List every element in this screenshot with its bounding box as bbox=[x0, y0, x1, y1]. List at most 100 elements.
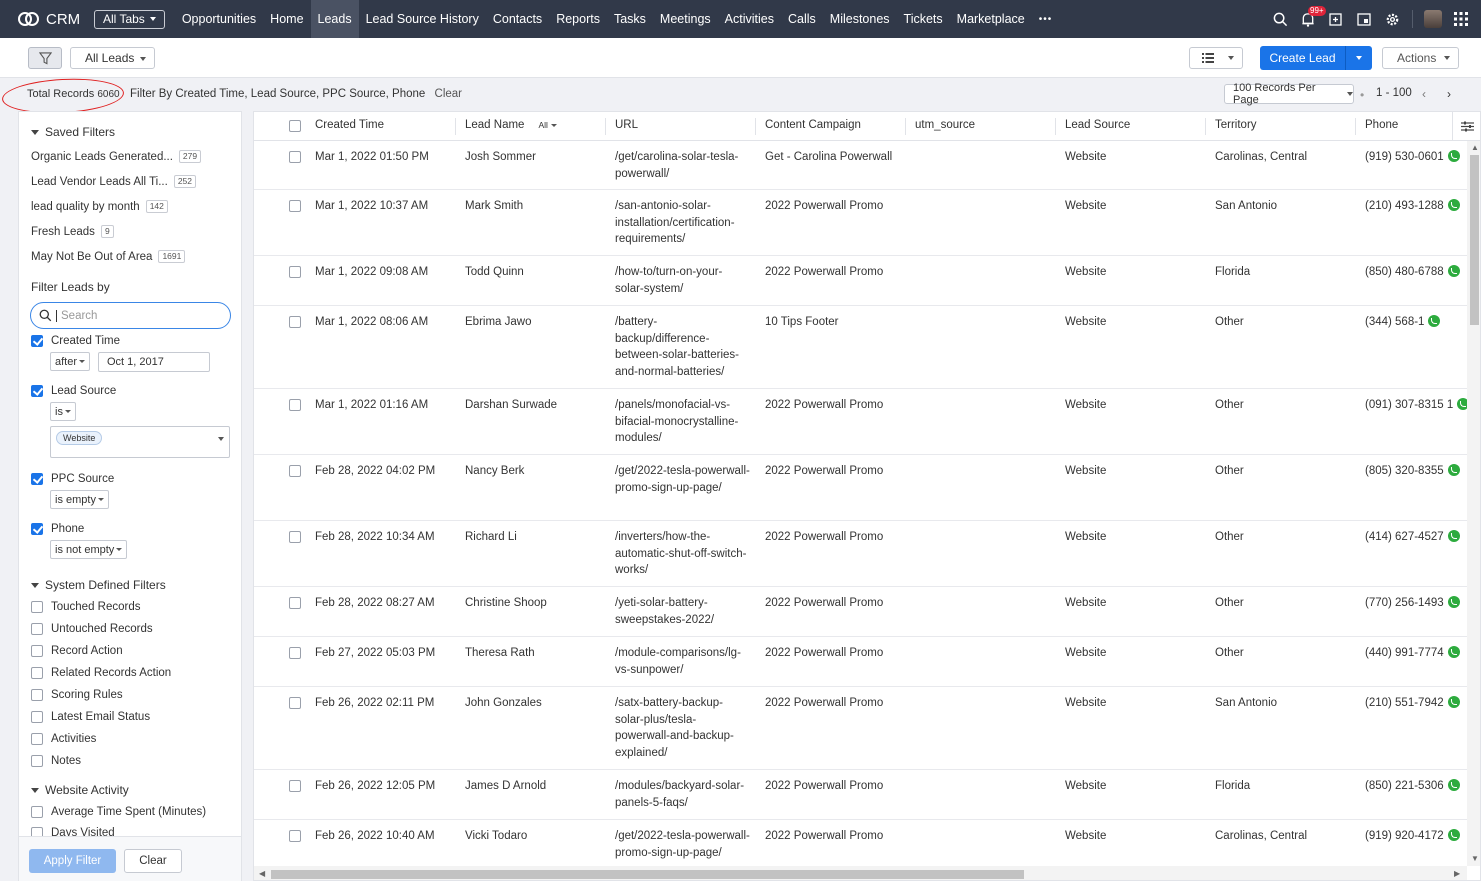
cell-lead-name[interactable]: John Gonzales bbox=[465, 695, 542, 712]
cell-lead-name[interactable]: Richard Li bbox=[465, 529, 517, 546]
horizontal-scroll-thumb[interactable] bbox=[271, 870, 1024, 879]
next-page-icon[interactable]: › bbox=[1447, 87, 1451, 101]
row-checkbox[interactable] bbox=[289, 597, 301, 609]
custom-view-select[interactable]: All Leads bbox=[70, 47, 155, 69]
website-activity-header[interactable]: Website Activity bbox=[31, 783, 129, 797]
tab-contacts[interactable]: Contacts bbox=[486, 0, 549, 38]
system-filter-checkbox[interactable] bbox=[31, 733, 43, 745]
phone-call-icon[interactable] bbox=[1428, 315, 1441, 327]
scroll-right-icon[interactable]: ▶ bbox=[1454, 869, 1460, 878]
table-row[interactable]: Mar 1, 2022 01:16 AM Darshan Surwade/pane… bbox=[254, 389, 1470, 455]
table-row[interactable]: Mar 1, 2022 09:08 AM Todd Quinn/how-to/tu… bbox=[254, 256, 1467, 306]
cell-lead-name[interactable]: Darshan Surwade bbox=[465, 397, 557, 414]
system-filter-item[interactable]: Related Records Action bbox=[31, 667, 171, 679]
system-filter-checkbox[interactable] bbox=[31, 645, 43, 657]
phone-call-icon[interactable] bbox=[1447, 150, 1460, 162]
table-row[interactable]: Feb 28, 2022 08:27 AM Christine Shoop/yet… bbox=[254, 587, 1467, 637]
lead-source-chip[interactable]: Website bbox=[56, 431, 103, 445]
clear-filter-link[interactable]: Clear bbox=[435, 88, 462, 100]
phone-call-icon[interactable] bbox=[1447, 646, 1460, 658]
scroll-up-icon[interactable]: ▲ bbox=[1471, 143, 1479, 152]
all-tabs-dropdown[interactable]: All Tabs bbox=[94, 9, 165, 29]
calendar-icon[interactable] bbox=[1350, 0, 1378, 38]
system-filter-checkbox[interactable] bbox=[31, 601, 43, 613]
ppc-source-filter[interactable]: PPC Source bbox=[31, 473, 114, 485]
row-checkbox[interactable] bbox=[289, 531, 301, 543]
horizontal-scrollbar[interactable]: ◀ ▶ bbox=[254, 866, 1467, 880]
row-checkbox[interactable] bbox=[289, 830, 301, 842]
filter-search-input[interactable]: Search bbox=[30, 302, 231, 329]
row-checkbox[interactable] bbox=[289, 647, 301, 659]
created-time-checkbox[interactable] bbox=[31, 335, 43, 347]
table-row[interactable]: Feb 26, 2022 02:11 PM John Gonzales/satx-… bbox=[254, 687, 1467, 770]
system-filter-item[interactable]: Record Action bbox=[31, 645, 123, 657]
saved-filter-item[interactable]: May Not Be Out of Area 1691 bbox=[31, 250, 186, 263]
row-checkbox[interactable] bbox=[289, 151, 301, 163]
select-all-checkbox[interactable] bbox=[289, 120, 301, 132]
notification-bell-icon[interactable]: 99+ bbox=[1294, 0, 1326, 38]
saved-filter-item[interactable]: Organic Leads Generated... 279 bbox=[31, 150, 202, 163]
list-view-toggle[interactable] bbox=[1189, 47, 1243, 69]
column-settings-icon[interactable] bbox=[1452, 112, 1480, 141]
table-row[interactable]: Mar 1, 2022 10:37 AM Mark Smith/san-anton… bbox=[254, 190, 1467, 256]
saved-filter-item[interactable]: lead quality by month 142 bbox=[31, 200, 168, 213]
saved-filter-item[interactable]: Lead Vendor Leads All Ti... 252 bbox=[31, 175, 197, 188]
phone-call-icon[interactable] bbox=[1447, 696, 1460, 708]
website-filter-checkbox[interactable] bbox=[31, 806, 43, 818]
lead-source-operator[interactable]: is bbox=[50, 402, 76, 421]
system-filter-item[interactable]: Untouched Records bbox=[31, 623, 153, 635]
create-lead-dropdown[interactable] bbox=[1346, 46, 1372, 70]
phone-operator[interactable]: is not empty bbox=[50, 540, 128, 559]
tab-milestones[interactable]: Milestones bbox=[823, 0, 897, 38]
cell-lead-name[interactable]: James D Arnold bbox=[465, 778, 546, 795]
table-row[interactable]: Mar 1, 2022 01:50 PM Josh Sommer/get/caro… bbox=[254, 141, 1467, 190]
lead-source-filter[interactable]: Lead Source bbox=[31, 385, 116, 397]
lead-source-checkbox[interactable] bbox=[31, 385, 43, 397]
website-filter-item[interactable]: Average Time Spent (Minutes) bbox=[31, 806, 206, 818]
create-lead-button[interactable]: Create Lead bbox=[1260, 46, 1372, 70]
cell-lead-name[interactable]: Todd Quinn bbox=[465, 264, 524, 281]
phone-checkbox[interactable] bbox=[31, 523, 43, 535]
tab-leads[interactable]: Leads bbox=[310, 0, 359, 38]
cell-lead-name[interactable]: Ebrima Jawo bbox=[465, 314, 531, 331]
col-lead-source[interactable]: Lead Source bbox=[1065, 119, 1130, 131]
system-filter-item[interactable]: Scoring Rules bbox=[31, 689, 123, 701]
tab-activities[interactable]: Activities bbox=[718, 0, 781, 38]
table-row[interactable]: Feb 27, 2022 05:03 PM Theresa Rath/module… bbox=[254, 637, 1467, 687]
system-filter-checkbox[interactable] bbox=[31, 711, 43, 723]
cell-lead-name[interactable]: Theresa Rath bbox=[465, 645, 535, 662]
col-lead-name[interactable]: Lead Name All bbox=[465, 119, 557, 131]
tab-reports[interactable]: Reports bbox=[549, 0, 607, 38]
phone-call-icon[interactable] bbox=[1447, 829, 1460, 841]
tab-calls[interactable]: Calls bbox=[781, 0, 823, 38]
table-row[interactable]: Feb 26, 2022 12:05 PM James D Arnold/modu… bbox=[254, 770, 1467, 820]
phone-call-icon[interactable] bbox=[1447, 596, 1460, 608]
phone-call-icon[interactable] bbox=[1447, 464, 1460, 476]
col-url[interactable]: URL bbox=[615, 119, 638, 131]
clear-filter-button[interactable]: Clear bbox=[124, 849, 182, 873]
vertical-scrollbar[interactable]: ▲ ▼ bbox=[1467, 141, 1480, 866]
phone-call-icon[interactable] bbox=[1447, 265, 1460, 277]
lead-name-filter-select[interactable]: All bbox=[538, 120, 557, 130]
tab-opportunities[interactable]: Opportunities bbox=[175, 0, 263, 38]
apply-filter-button[interactable]: Apply Filter bbox=[29, 849, 116, 873]
crm-logo[interactable]: CRM bbox=[0, 11, 90, 28]
lead-source-multiselect[interactable]: Website bbox=[50, 426, 230, 458]
phone-filter[interactable]: Phone bbox=[31, 523, 84, 535]
cell-lead-name[interactable]: Vicki Todaro bbox=[465, 828, 527, 845]
col-territory[interactable]: Territory bbox=[1215, 119, 1257, 131]
gear-icon[interactable] bbox=[1378, 0, 1406, 38]
system-filter-checkbox[interactable] bbox=[31, 623, 43, 635]
tab-meetings[interactable]: Meetings bbox=[653, 0, 718, 38]
phone-call-icon[interactable] bbox=[1447, 199, 1460, 211]
row-checkbox[interactable] bbox=[289, 465, 301, 477]
system-filter-item[interactable]: Activities bbox=[31, 733, 96, 745]
table-row[interactable]: Feb 28, 2022 04:02 PM Nancy Berk/get/2022… bbox=[254, 455, 1467, 521]
system-filters-header[interactable]: System Defined Filters bbox=[31, 578, 166, 592]
tab-tickets[interactable]: Tickets bbox=[897, 0, 950, 38]
tab-tasks[interactable]: Tasks bbox=[607, 0, 653, 38]
cell-lead-name[interactable]: Nancy Berk bbox=[465, 463, 524, 480]
system-filter-checkbox[interactable] bbox=[31, 689, 43, 701]
col-content-campaign[interactable]: Content Campaign bbox=[765, 119, 861, 131]
col-utm-source[interactable]: utm_source bbox=[915, 119, 975, 131]
